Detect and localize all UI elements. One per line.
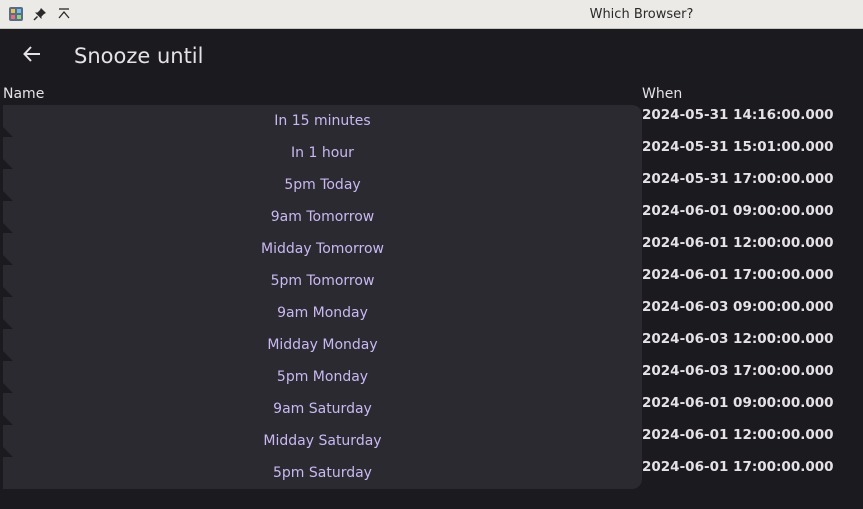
option-label: 5pm Tomorrow: [270, 273, 375, 289]
snooze-dialog: Snooze until Name When In 15 minutes In …: [3, 29, 863, 509]
window-title: Which Browser?: [589, 7, 694, 22]
option-label: Midday Saturday: [263, 433, 382, 449]
snooze-option-midday-tomorrow[interactable]: Midday Tomorrow: [3, 233, 642, 265]
snooze-option-15-minutes[interactable]: In 15 minutes: [3, 105, 642, 137]
when-value: 2024-05-31 17:00:00.000: [642, 171, 834, 187]
option-label: Midday Tomorrow: [261, 241, 384, 257]
back-button[interactable]: [17, 41, 47, 71]
app-bar: Snooze until: [3, 29, 863, 85]
row-notch: [3, 127, 13, 137]
when-value: 2024-06-01 09:00:00.000: [642, 395, 834, 411]
option-label: 9am Tomorrow: [270, 209, 375, 225]
snooze-option-9am-saturday[interactable]: 9am Saturday: [3, 393, 642, 425]
snooze-option-1-hour[interactable]: In 1 hour: [3, 137, 642, 169]
option-label: In 1 hour: [291, 145, 354, 161]
column-header-when: When: [642, 86, 683, 102]
row-notch: [3, 415, 13, 425]
when-value: 2024-06-01 12:00:00.000: [642, 235, 834, 251]
page-title: Snooze until: [74, 44, 204, 68]
option-label: 5pm Saturday: [273, 465, 372, 481]
when-value: 2024-06-01 17:00:00.000: [642, 459, 834, 475]
option-label: In 15 minutes: [274, 113, 371, 129]
snooze-option-5pm-today[interactable]: 5pm Today: [3, 169, 642, 201]
option-label: 9am Monday: [277, 305, 368, 321]
row-notch: [3, 319, 13, 329]
when-value: 2024-06-01 17:00:00.000: [642, 267, 834, 283]
row-notch: [3, 287, 13, 297]
snooze-option-midday-monday[interactable]: Midday Monday: [3, 329, 642, 361]
when-value: 2024-06-03 09:00:00.000: [642, 299, 834, 315]
when-value: 2024-05-31 15:01:00.000: [642, 139, 834, 155]
column-header-name: Name: [3, 86, 45, 102]
row-notch: [3, 191, 13, 201]
option-label: 5pm Today: [284, 177, 361, 193]
snooze-option-midday-saturday[interactable]: Midday Saturday: [3, 425, 642, 457]
when-column: 2024-05-31 14:16:00.000 2024-05-31 15:01…: [642, 105, 863, 489]
when-value: 2024-05-31 14:16:00.000: [642, 107, 834, 123]
when-value: 2024-06-01 09:00:00.000: [642, 203, 834, 219]
row-notch: [3, 351, 13, 361]
when-value: 2024-06-03 17:00:00.000: [642, 363, 834, 379]
option-label: 9am Saturday: [273, 401, 372, 417]
snooze-option-9am-tomorrow[interactable]: 9am Tomorrow: [3, 201, 642, 233]
snooze-option-5pm-saturday[interactable]: 5pm Saturday: [3, 457, 642, 489]
option-label: Midday Monday: [267, 337, 378, 353]
window-titlebar: Which Browser?: [0, 0, 863, 29]
snooze-option-list: In 15 minutes In 1 hour 5pm Today 9am To…: [3, 105, 642, 489]
row-notch: [3, 255, 13, 265]
snooze-option-5pm-tomorrow[interactable]: 5pm Tomorrow: [3, 265, 642, 297]
snooze-option-9am-monday[interactable]: 9am Monday: [3, 297, 642, 329]
when-value: 2024-06-01 12:00:00.000: [642, 427, 834, 443]
when-value: 2024-06-03 12:00:00.000: [642, 331, 834, 347]
snooze-option-5pm-monday[interactable]: 5pm Monday: [3, 361, 642, 393]
row-notch: [3, 447, 13, 457]
back-arrow-icon: [22, 44, 42, 68]
row-notch: [3, 223, 13, 233]
row-notch: [3, 383, 13, 393]
option-label: 5pm Monday: [276, 369, 369, 385]
row-notch: [3, 159, 13, 169]
